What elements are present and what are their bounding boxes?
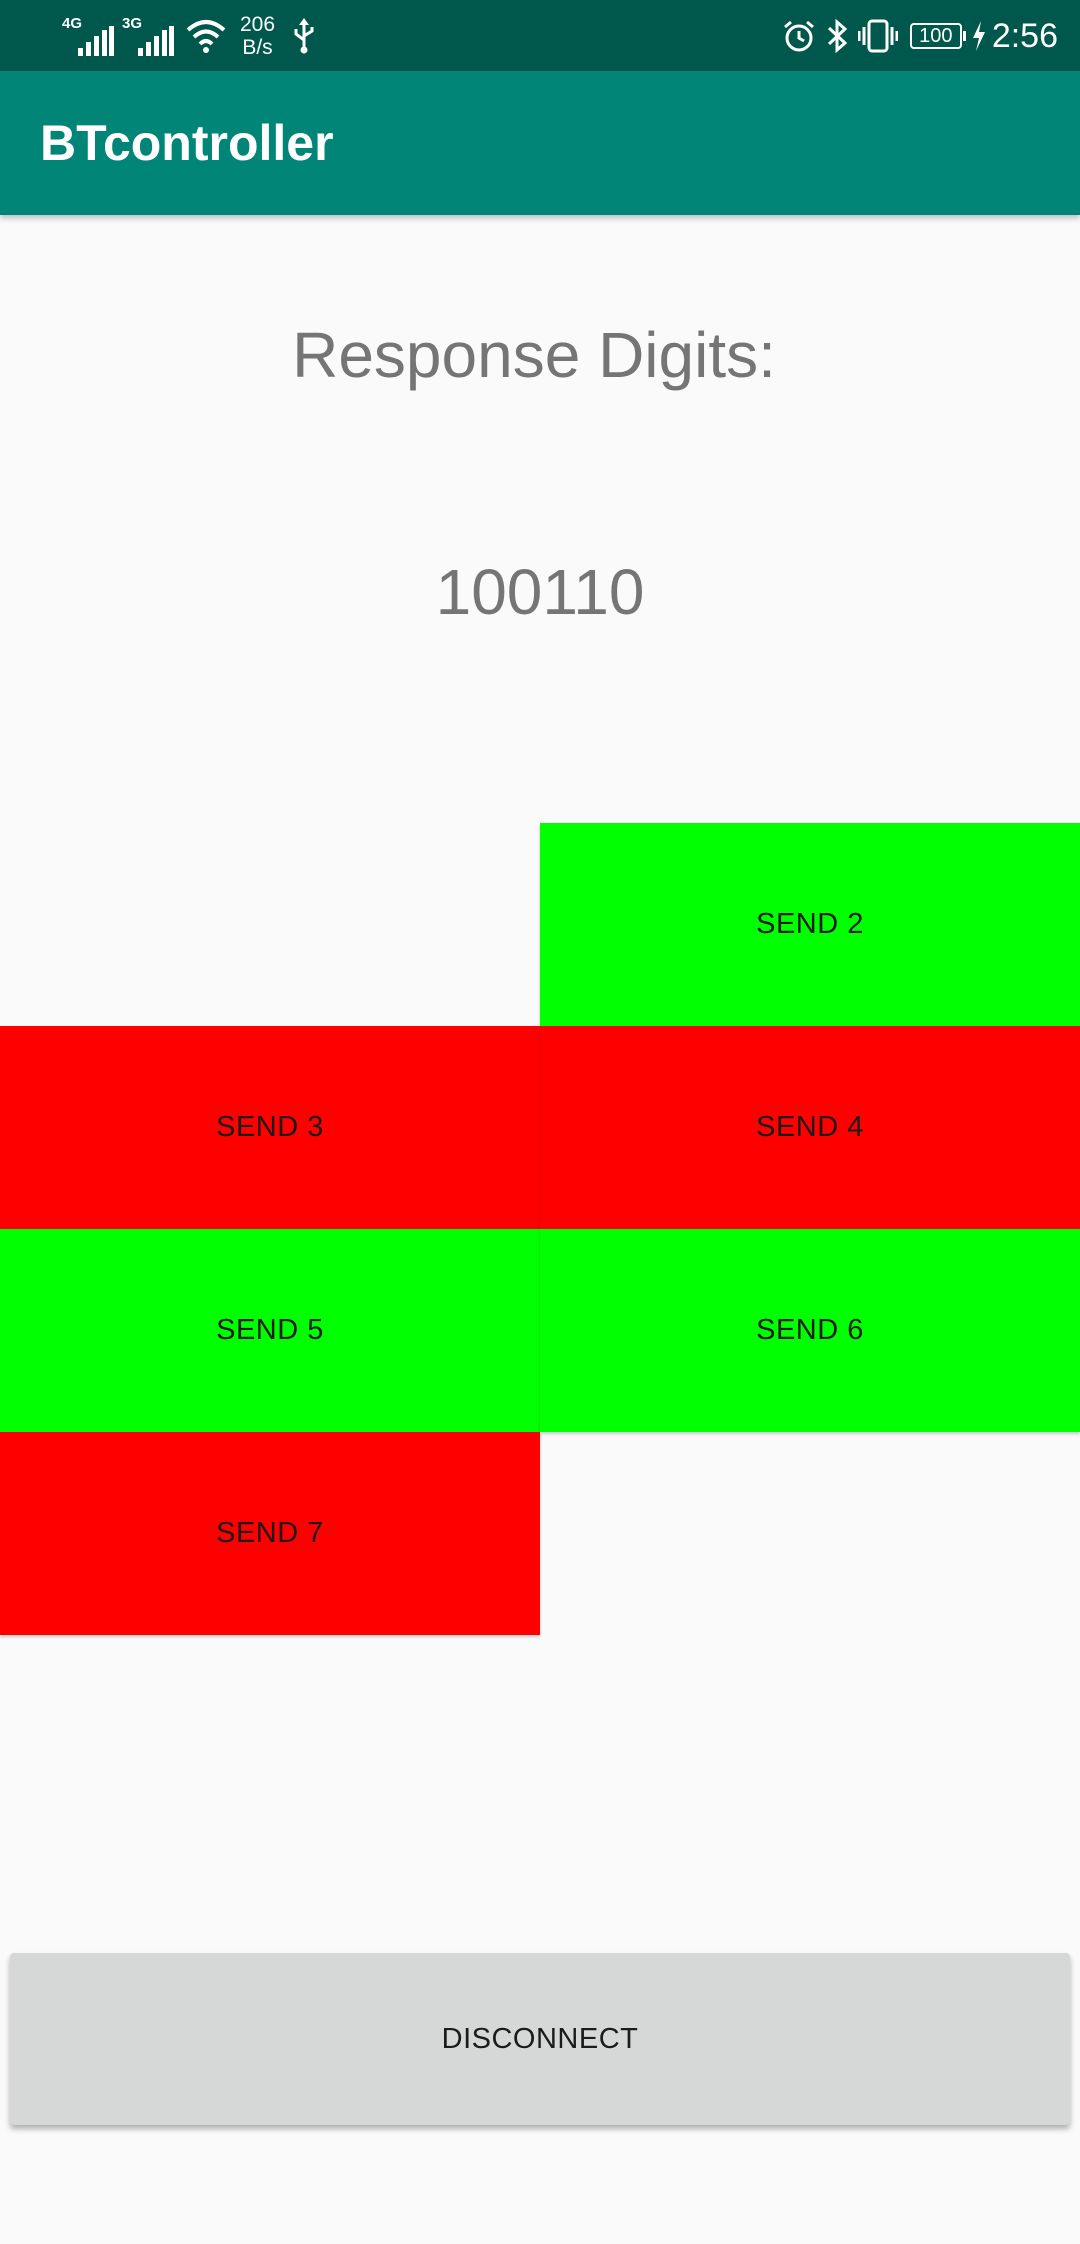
status-bar-left: 4G 3G 206 B/s	[62, 8, 317, 64]
send-5-button[interactable]: SEND 5	[0, 1229, 540, 1432]
status-bar-right: 100 2:56	[772, 8, 1058, 64]
speed-value: 206	[240, 13, 276, 36]
signal-icon	[78, 26, 114, 56]
response-digits-value: 100110	[435, 556, 645, 628]
send-7-button[interactable]: SEND 7	[0, 1432, 540, 1635]
send-2-button[interactable]: SEND 2	[540, 823, 1080, 1026]
wifi-icon	[186, 20, 226, 53]
vibrate-icon	[857, 19, 898, 53]
signal-3g: 3G	[122, 16, 174, 56]
disconnect-button[interactable]: DISCONNECT	[10, 1953, 1070, 2125]
bluetooth-icon	[827, 19, 848, 53]
send-3-button[interactable]: SEND 3	[0, 1026, 540, 1229]
send-4-button[interactable]: SEND 4	[540, 1026, 1080, 1229]
speed-unit: B/s	[242, 36, 273, 59]
status-time: 2:56	[991, 16, 1058, 55]
charging-icon	[972, 21, 985, 51]
send-6-button[interactable]: SEND 6	[540, 1229, 1080, 1432]
network-speed: 206 B/s	[240, 13, 275, 59]
signal-icon	[138, 26, 174, 56]
response-digits-label: Response Digits:	[292, 319, 776, 391]
battery-icon: 100	[909, 23, 966, 49]
app-bar: BTcontroller	[0, 71, 1080, 215]
signal-4g: 4G	[62, 16, 114, 56]
usb-icon	[294, 18, 314, 54]
app-title: BTcontroller	[40, 115, 334, 171]
status-bar: 4G 3G 206 B/s 100 2:56	[0, 0, 1080, 71]
alarm-icon	[783, 20, 814, 52]
